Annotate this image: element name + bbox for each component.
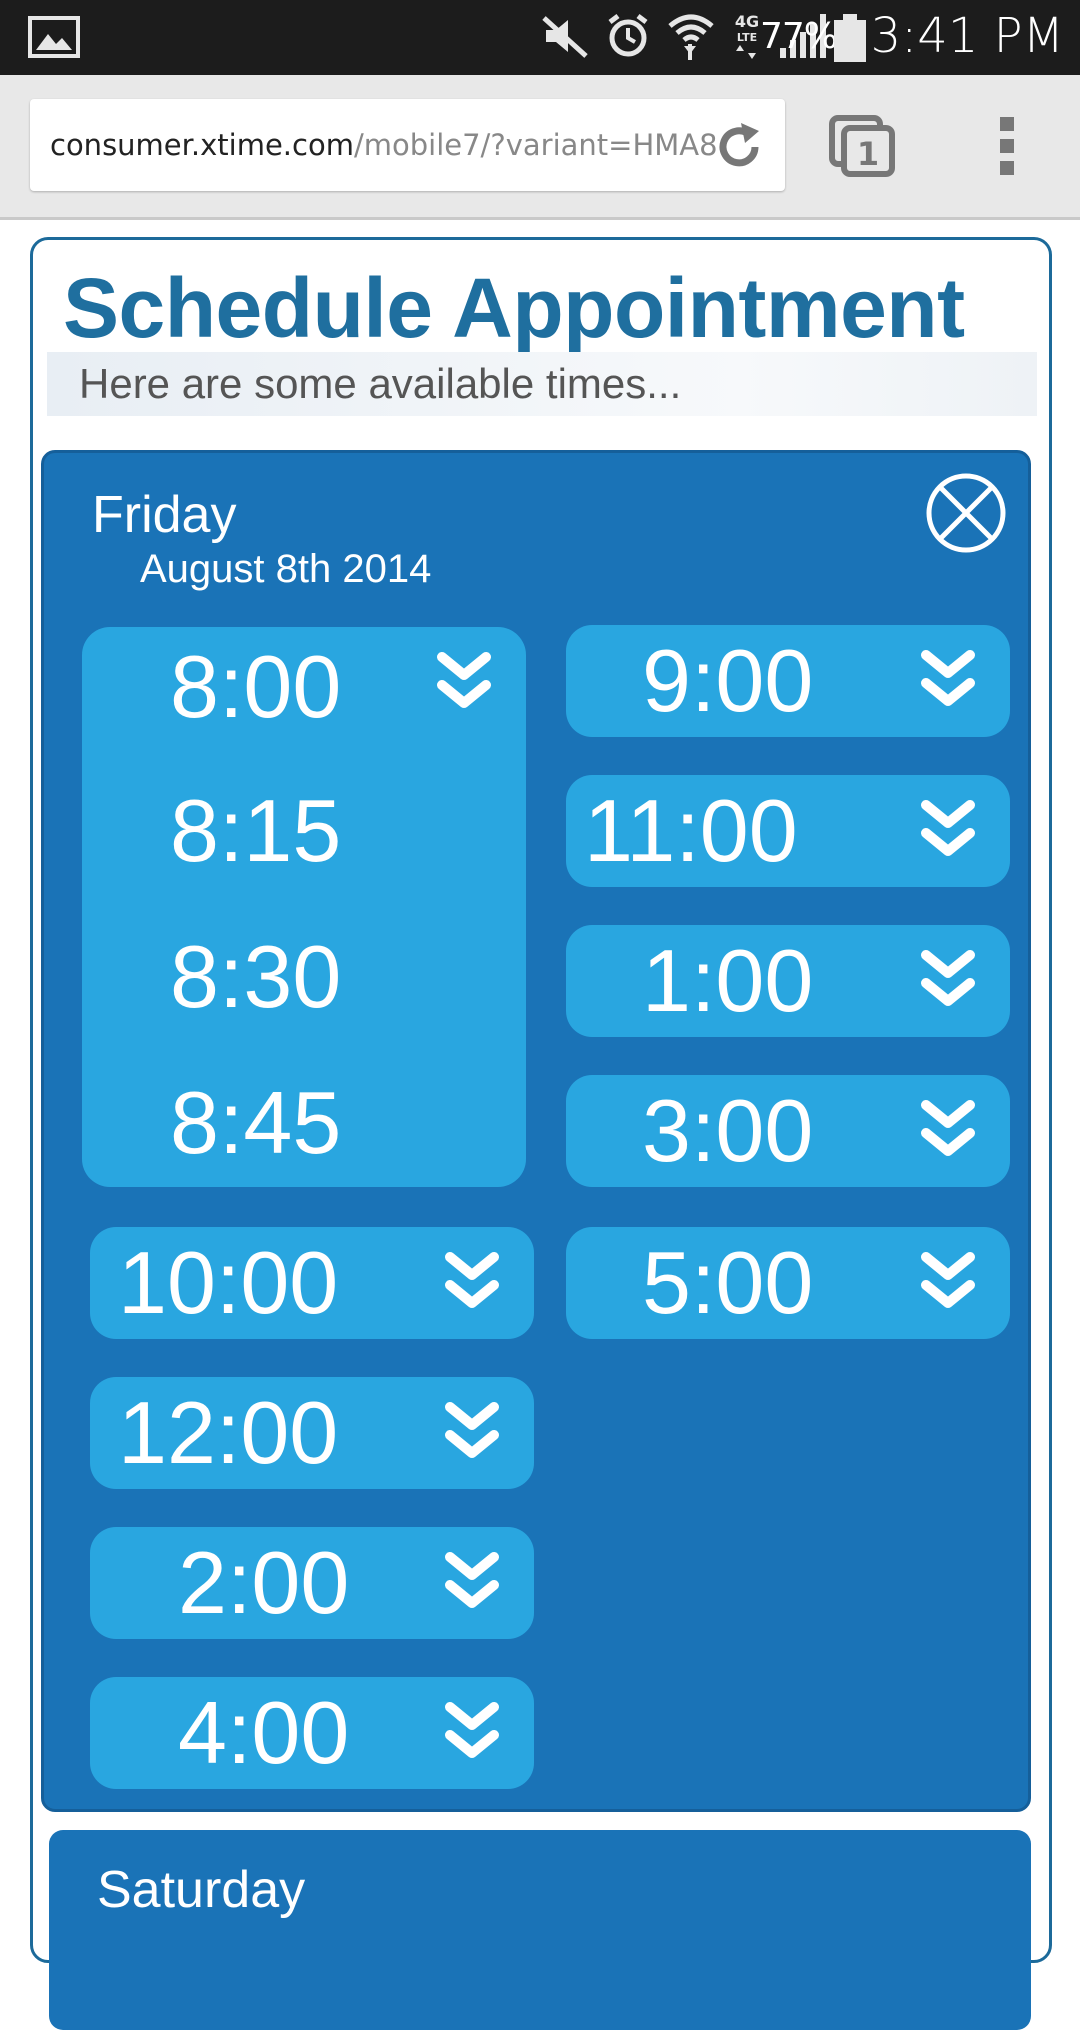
page-container: Schedule Appointment Here are some avail… [30, 237, 1052, 2030]
page-subtitle: Here are some available times... [79, 360, 682, 407]
chevron-double-down-icon[interactable] [920, 795, 976, 869]
battery-percent: 77% [760, 16, 838, 57]
chevron-double-down-icon[interactable] [444, 1397, 500, 1471]
time-slot-label[interactable]: 1:00 [642, 925, 813, 1037]
time-slot-label[interactable]: 10:00 [118, 1227, 338, 1339]
svg-text:4G: 4G [735, 12, 759, 31]
sub-time-option[interactable]: 8:45 [170, 1067, 341, 1179]
sub-time-option[interactable]: 8:30 [170, 921, 341, 1033]
time-slot-label[interactable]: 4:00 [178, 1677, 349, 1789]
time-slot[interactable]: 5:00 [566, 1227, 1010, 1339]
url-path: /mobile7/?variant=HMA8 [353, 128, 718, 162]
address-bar[interactable]: consumer.xtime.com/mobile7/?variant=HMA8 [30, 99, 785, 191]
time-slot-label[interactable]: 11:00 [584, 775, 798, 887]
status-bar: 4G LTE 77% 3:41 PM [0, 0, 1080, 75]
chevron-double-down-icon[interactable] [436, 647, 492, 721]
time-slot[interactable]: 11:00 [566, 775, 1010, 887]
url-text[interactable]: consumer.xtime.com/mobile7/?variant=HMA8 [50, 121, 718, 169]
day-panel-saturday[interactable]: Saturday [49, 1830, 1031, 2030]
chevron-double-down-icon[interactable] [444, 1547, 500, 1621]
day-panel-friday: Friday August 8th 2014 8:00 8:15 8:30 8:… [41, 450, 1031, 1812]
overflow-menu-icon[interactable] [990, 115, 1026, 181]
day-name: Friday [92, 486, 237, 544]
day-name: Saturday [97, 1861, 306, 1919]
sub-time-option[interactable]: 8:15 [170, 775, 341, 887]
time-slot[interactable]: 4:00 [90, 1677, 534, 1789]
browser-toolbar: consumer.xtime.com/mobile7/?variant=HMA8… [0, 75, 1080, 220]
time-slot-expanded[interactable]: 8:00 8:15 8:30 8:45 [82, 627, 526, 1187]
reload-icon[interactable] [711, 119, 767, 179]
chevron-double-down-icon[interactable] [444, 1247, 500, 1321]
battery-icon [832, 14, 868, 66]
time-slot[interactable]: 12:00 [90, 1377, 534, 1489]
close-icon[interactable] [924, 471, 1008, 559]
lte-icon: 4G LTE [730, 9, 764, 67]
chevron-double-down-icon[interactable] [920, 945, 976, 1019]
time-slot[interactable]: 1:00 [566, 925, 1010, 1037]
tab-switcher-button[interactable]: 1 [828, 114, 898, 184]
time-slot-label[interactable]: 9:00 [642, 625, 813, 737]
time-slot[interactable]: 2:00 [90, 1527, 534, 1639]
time-slot-label[interactable]: 2:00 [178, 1527, 349, 1639]
time-slot[interactable]: 10:00 [90, 1227, 534, 1339]
time-slot[interactable]: 3:00 [566, 1075, 1010, 1187]
chevron-double-down-icon[interactable] [920, 1247, 976, 1321]
tab-count: 1 [857, 135, 879, 173]
mute-icon [540, 12, 590, 64]
alarm-icon [604, 12, 652, 64]
status-clock: 3:41 PM [870, 8, 1064, 64]
time-slot-label[interactable]: 5:00 [642, 1227, 813, 1339]
chevron-double-down-icon[interactable] [920, 1095, 976, 1169]
day-date: August 8th 2014 [140, 547, 432, 591]
chevron-double-down-icon[interactable] [920, 645, 976, 719]
time-slot-label[interactable]: 12:00 [118, 1377, 338, 1489]
chevron-double-down-icon[interactable] [444, 1697, 500, 1771]
url-domain: consumer.xtime.com [50, 128, 354, 162]
time-slot-label[interactable]: 8:00 [170, 631, 341, 743]
gallery-notification-icon [28, 16, 80, 62]
time-slot[interactable]: 9:00 [566, 625, 1010, 737]
svg-text:LTE: LTE [737, 31, 757, 44]
wifi-icon [666, 10, 716, 66]
page-title: Schedule Appointment [63, 261, 965, 355]
time-slot-label[interactable]: 3:00 [642, 1075, 813, 1187]
